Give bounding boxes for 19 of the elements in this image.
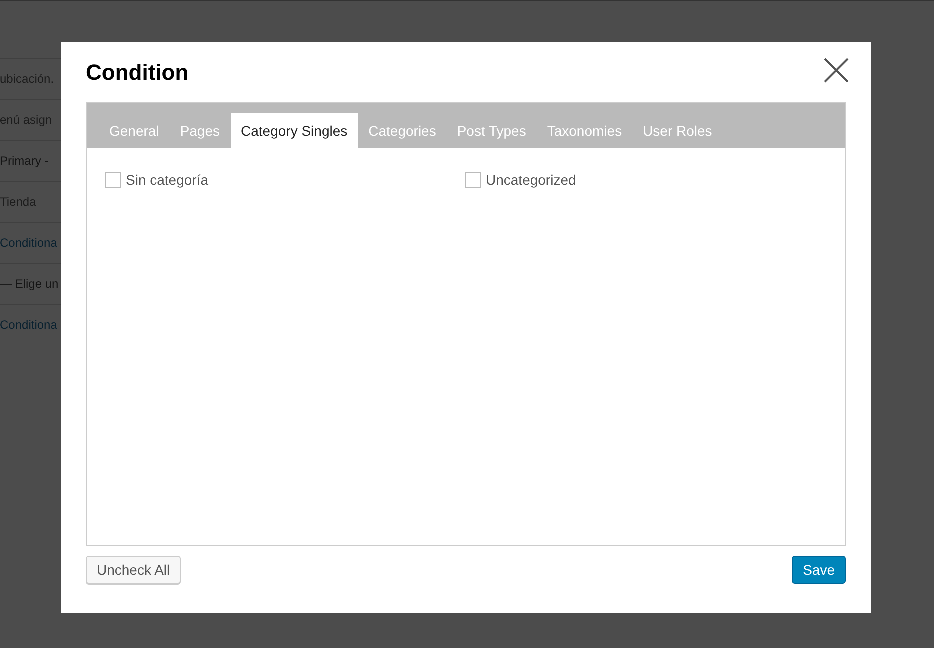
checkbox-label: Sin categoría <box>126 172 208 188</box>
tab[interactable]: User Roles <box>632 113 723 148</box>
tab[interactable]: Category Singles <box>230 113 358 148</box>
checkbox[interactable] <box>105 172 121 188</box>
tab[interactable]: Categories <box>358 113 447 148</box>
checkbox-label: Uncategorized <box>486 172 576 188</box>
page-text: Conditiona <box>0 318 58 332</box>
save-button[interactable]: Save <box>792 556 846 584</box>
page-text: Conditiona <box>0 236 58 250</box>
checkbox[interactable] <box>465 172 481 188</box>
close-icon[interactable] <box>824 58 849 82</box>
page-text: — Elige un <box>0 277 59 291</box>
tab[interactable]: Pages <box>170 113 231 148</box>
uncheck-all-button[interactable]: Uncheck All <box>86 556 182 584</box>
page-text: Primary - <box>0 154 49 168</box>
tab[interactable]: Post Types <box>446 113 537 148</box>
tab[interactable]: Taxonomies <box>536 113 633 148</box>
dialog-title: Condition <box>86 60 189 86</box>
tab[interactable]: General <box>99 113 170 148</box>
